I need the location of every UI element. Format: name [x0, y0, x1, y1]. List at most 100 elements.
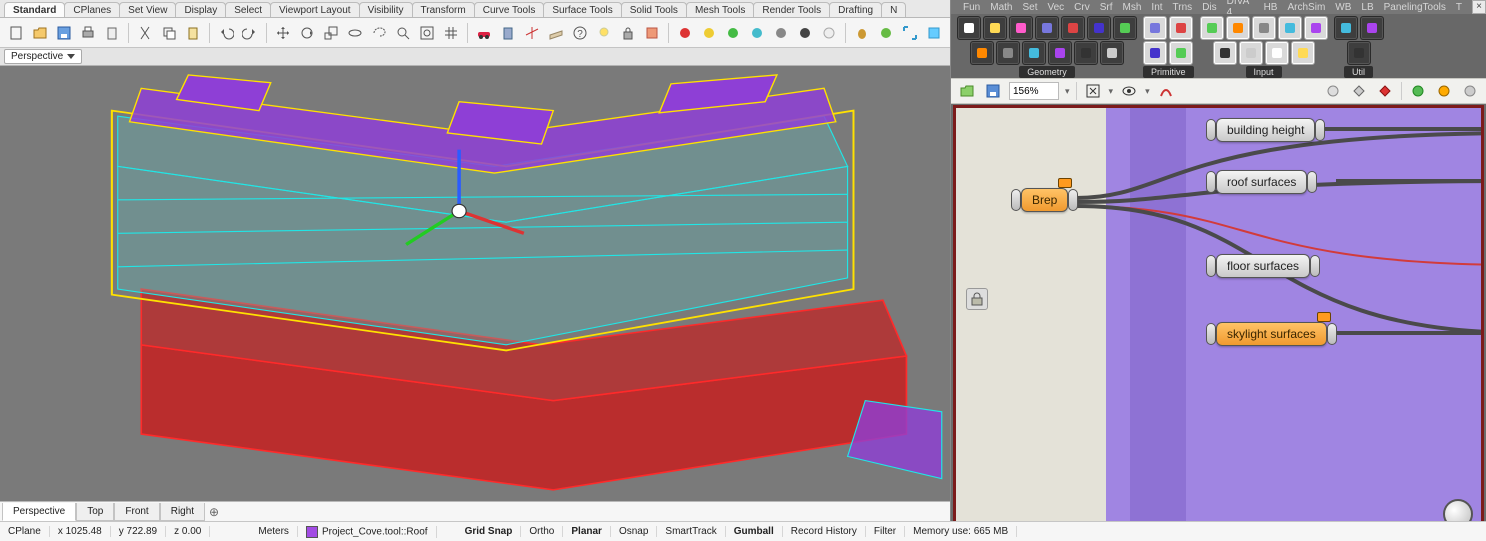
gh-node-roof-surfaces[interactable]: roof surfaces — [1206, 170, 1317, 194]
open-icon[interactable] — [30, 23, 50, 43]
tab-setview[interactable]: Set View — [119, 2, 176, 17]
tab-transform[interactable]: Transform — [412, 2, 475, 17]
lock-icon[interactable] — [618, 23, 638, 43]
tab-drafting[interactable]: Drafting — [829, 2, 882, 17]
car-icon[interactable] — [474, 23, 494, 43]
tab-cplanes[interactable]: CPlanes — [64, 2, 120, 17]
axis-icon[interactable] — [522, 23, 542, 43]
gh-tab-fun[interactable]: Fun — [963, 2, 980, 13]
node-output-grip[interactable] — [1068, 189, 1078, 211]
gh-component-icon[interactable] — [1360, 16, 1384, 40]
light-icon[interactable] — [594, 23, 614, 43]
gh-preview-green-icon[interactable] — [1408, 81, 1428, 101]
gh-save-icon[interactable] — [983, 81, 1003, 101]
clipboard-icon[interactable] — [102, 23, 122, 43]
gh-tab-int[interactable]: Int — [1151, 2, 1162, 13]
node-output-grip[interactable] — [1315, 119, 1325, 141]
new-icon[interactable] — [6, 23, 26, 43]
tab-visibility[interactable]: Visibility — [359, 2, 413, 17]
gh-component-icon[interactable] — [1022, 41, 1046, 65]
gh-node-floor-surfaces[interactable]: floor surfaces — [1206, 254, 1320, 278]
gh-tab-msh[interactable]: Msh — [1123, 2, 1142, 13]
gh-group-label[interactable]: Input — [1246, 66, 1282, 78]
zoom-icon[interactable] — [393, 23, 413, 43]
gh-component-icon[interactable] — [1226, 16, 1250, 40]
gh-component-icon[interactable] — [1143, 41, 1167, 65]
gh-tab-panelingtools[interactable]: PanelingTools — [1384, 2, 1446, 13]
gh-tab-hb[interactable]: HB — [1264, 2, 1278, 13]
gh-node-skylight-surfaces[interactable]: skylight surfaces — [1206, 322, 1337, 346]
toggle-osnap[interactable]: Osnap — [611, 526, 657, 537]
plugin-icon[interactable] — [924, 23, 944, 43]
gh-component-icon[interactable] — [1061, 16, 1085, 40]
scale-icon[interactable] — [321, 23, 341, 43]
save-icon[interactable] — [54, 23, 74, 43]
gh-lock-icon[interactable] — [966, 288, 988, 310]
gh-tab-archsim[interactable]: ArchSim — [1287, 2, 1325, 13]
status-units[interactable]: Meters — [250, 526, 298, 537]
node-output-grip[interactable] — [1307, 171, 1317, 193]
grid-icon[interactable] — [441, 23, 461, 43]
gh-close-button[interactable]: × — [1472, 0, 1486, 14]
gh-preview-half-icon[interactable] — [1434, 81, 1454, 101]
gh-component-icon[interactable] — [1009, 16, 1033, 40]
sphere-red-icon[interactable] — [675, 23, 695, 43]
gh-component-icon[interactable] — [1100, 41, 1124, 65]
gh-component-icon[interactable] — [1265, 41, 1289, 65]
move-icon[interactable] — [273, 23, 293, 43]
gh-sketch-icon[interactable] — [1156, 81, 1176, 101]
toggle-planar[interactable]: Planar — [563, 526, 611, 537]
gh-component-icon[interactable] — [1200, 16, 1224, 40]
gh-component-icon[interactable] — [1304, 16, 1328, 40]
add-view-tab-button[interactable]: ⊕ — [205, 505, 223, 519]
node-output-grip[interactable] — [1327, 323, 1337, 345]
plane-icon[interactable] — [546, 23, 566, 43]
gh-group-label[interactable]: Primitive — [1143, 66, 1194, 78]
gh-tab-t[interactable]: T — [1456, 2, 1462, 13]
toggle-filter[interactable]: Filter — [866, 526, 905, 537]
gh-component-icon[interactable] — [1113, 16, 1137, 40]
render-icon[interactable] — [642, 23, 662, 43]
gh-component-icon[interactable] — [1169, 41, 1193, 65]
sphere-green-icon[interactable] — [723, 23, 743, 43]
cut-icon[interactable] — [135, 23, 155, 43]
gh-component-icon[interactable] — [1252, 16, 1276, 40]
tab-more[interactable]: N — [881, 2, 906, 17]
tab-curvetools[interactable]: Curve Tools — [474, 2, 545, 17]
gh-component-icon[interactable] — [957, 16, 981, 40]
gh-component-icon[interactable] — [1143, 16, 1167, 40]
sphere-dark-icon[interactable] — [795, 23, 815, 43]
node-input-grip[interactable] — [1011, 189, 1021, 211]
tab-rendertools[interactable]: Render Tools — [753, 2, 830, 17]
tab-solidtools[interactable]: Solid Tools — [621, 2, 687, 17]
tab-surfacetools[interactable]: Surface Tools — [543, 2, 621, 17]
lasso-icon[interactable] — [369, 23, 389, 43]
rotate3d-icon[interactable] — [345, 23, 365, 43]
gh-tab-dis[interactable]: Dis — [1202, 2, 1216, 13]
node-input-grip[interactable] — [1206, 119, 1216, 141]
zoomextents-icon[interactable] — [417, 23, 437, 43]
gh-open-icon[interactable] — [957, 81, 977, 101]
gh-component-icon[interactable] — [983, 16, 1007, 40]
tab-meshtools[interactable]: Mesh Tools — [686, 2, 754, 17]
rotate-icon[interactable] — [297, 23, 317, 43]
copy-icon[interactable] — [159, 23, 179, 43]
expand-icon[interactable] — [900, 23, 920, 43]
gh-component-icon[interactable] — [1213, 41, 1237, 65]
gh-component-icon[interactable] — [1334, 16, 1358, 40]
gh-zoom-fit-icon[interactable] — [1083, 81, 1103, 101]
gh-component-icon[interactable] — [1087, 16, 1111, 40]
gh-component-icon[interactable] — [1035, 16, 1059, 40]
viewport-title-dropdown[interactable]: Perspective — [4, 49, 82, 64]
tab-select[interactable]: Select — [225, 2, 271, 17]
gh-group-label[interactable]: Geometry — [1019, 66, 1075, 78]
gh-component-icon[interactable] — [970, 41, 994, 65]
status-layer[interactable]: Project_Cove.tool::Roof — [298, 526, 437, 538]
node-input-grip[interactable] — [1206, 255, 1216, 277]
gh-component-icon[interactable] — [996, 41, 1020, 65]
gh-canvas[interactable]: Brep building height roof surfaces floo — [953, 105, 1484, 540]
view-tab-front[interactable]: Front — [114, 503, 159, 521]
gh-group-label[interactable]: Util — [1344, 66, 1373, 78]
print-icon[interactable] — [78, 23, 98, 43]
grasshopper-icon[interactable] — [876, 23, 896, 43]
